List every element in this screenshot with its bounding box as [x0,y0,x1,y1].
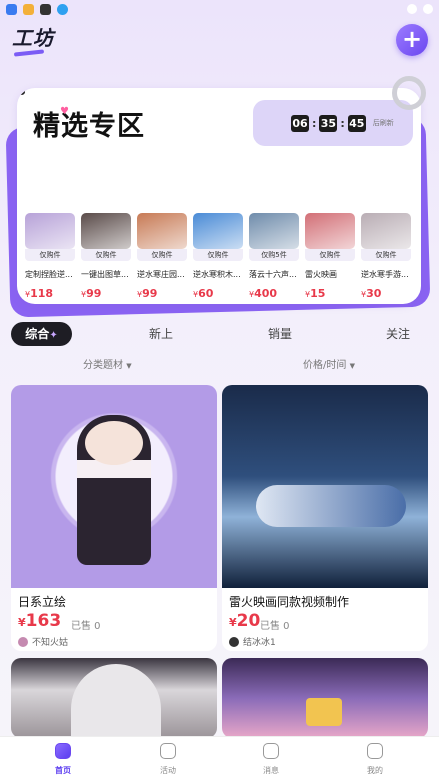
download-icon [57,3,68,15]
featured-product[interactable]: 仅购件定制捏脸逆... ¥118 [25,213,75,300]
signal-icon [407,4,417,14]
tab-sales[interactable]: 销量 [268,322,292,346]
featured-title: 精选专区 [33,111,145,142]
product-name: 落云十六声... [249,270,297,279]
product-card[interactable] [222,658,428,738]
product-card[interactable]: 日系立绘 ¥163 已售 0 不知火姑 [11,385,217,651]
product-thumbnail [305,213,355,249]
product-image [306,698,342,726]
featured-product[interactable]: 仅购件逆水寒庄园... ¥99 [137,213,187,300]
featured-product[interactable]: 仅购件雷火映画 ¥15 [305,213,355,300]
tab-follow[interactable]: 关注 [386,322,410,346]
product-thumbnail [25,213,75,249]
app-notification-icon [40,3,51,15]
nav-messages[interactable]: 消息 [241,743,301,776]
caret-down-icon: ▼ [349,362,355,370]
category-filter[interactable]: 分类题材 ▼ [83,356,132,371]
featured-product[interactable]: 仅购件逆水寒手游... ¥30 [361,213,411,300]
tab-new[interactable]: 新上 [149,322,173,346]
filter-bar: 分类题材 ▼ 价格/时间 ▼ [0,356,439,372]
card-sold: 已售 0 [71,621,101,632]
card-price: ¥20 [229,611,261,631]
product-price: ¥99 [137,287,158,300]
product-price: ¥99 [81,287,102,300]
product-card[interactable] [11,658,217,738]
featured-product[interactable]: 仅购5件落云十六声... ¥400 [249,213,299,300]
sort-tabs: 综合✦ 新上 销量 关注 [0,322,439,346]
product-name: 逆水寒积木... [193,270,241,279]
product-thumbnail [249,213,299,249]
product-thumbnail [361,213,411,249]
product-name: 逆水寒手游... [361,270,409,279]
heart-icon: ♥ [60,106,69,117]
product-price: ¥118 [25,287,54,300]
timer-minutes: 35 [319,114,338,132]
product-tag: 仅购件 [25,249,75,261]
product-price: ¥30 [361,287,382,300]
nav-profile[interactable]: 我的 [345,743,405,776]
character-figure [256,485,406,527]
featured-product-list: 仅购件 定制捏脸逆... ¥118 仅购件 一键出图草... ¥99 仅购件 逆水寒庄园...… [25,213,421,300]
character-face [85,421,143,465]
avatar [18,636,28,647]
refresh-timer: 06 : 35 : 45 后刷新 [253,100,413,146]
card-title: 雷火映画同款视频制作 [229,595,350,609]
price-time-filter[interactable]: 价格/时间 ▼ [303,356,355,371]
nav-home[interactable]: 首页 [33,743,93,776]
ring-decoration [392,76,426,110]
status-bar [0,0,439,18]
home-icon [55,743,71,759]
caret-down-icon: ▼ [126,362,132,370]
product-name: 定制捏脸逆... [25,270,73,279]
timer-hours: 06 [291,114,309,132]
product-tag: 仅购件 [193,249,243,261]
featured-product[interactable]: 仅购件一键出图草... ¥99 [81,213,131,300]
product-name: 雷火映画 [305,270,337,279]
timer-suffix: 后刷新 [372,119,394,127]
product-card[interactable]: 雷火映画同款视频制作 ¥20 已售 0 结冰冰1 [222,385,428,651]
timer-seconds: 45 [347,114,366,132]
header: 工坊 + [0,18,439,66]
product-price: ¥400 [249,287,278,300]
product-image [71,664,161,738]
app-notification-icon [23,3,34,15]
bottom-navigation: 首页 活动 消息 我的 [0,736,439,780]
message-icon [263,743,279,759]
product-tag: 仅购件 [137,249,187,261]
product-tag: 仅购件 [305,249,355,261]
card-title: 日系立绘 [18,595,67,609]
product-name: 一键出图草... [81,270,129,279]
avatar [229,636,239,647]
add-button[interactable]: + [396,24,428,56]
product-tag: 仅购件 [81,249,131,261]
product-price: ¥60 [193,287,214,300]
product-tag: 仅购件 [361,249,411,261]
swirl-decoration-icon: ઽ [17,88,26,101]
brand-logo: 工坊 [12,26,54,50]
profile-icon [367,743,383,759]
product-tag: 仅购5件 [249,249,299,261]
nav-activity[interactable]: 活动 [138,743,198,776]
product-image [11,385,217,588]
product-thumbnail [81,213,131,249]
card-author[interactable]: 不知火姑 [18,635,68,648]
product-image [222,385,428,588]
card-price: ¥163 [18,611,62,631]
product-name: 逆水寒庄园... [137,270,185,279]
app-notification-icon [6,3,17,15]
card-author[interactable]: 结冰冰1 [229,635,276,648]
sparkle-icon: ✦ [49,330,58,341]
activity-icon [160,743,176,759]
product-price: ¥15 [305,287,326,300]
card-sold: 已售 0 [260,621,290,632]
product-thumbnail [193,213,243,249]
featured-product[interactable]: 仅购件逆水寒积木... ¥60 [193,213,243,300]
battery-icon [423,4,433,14]
product-thumbnail [137,213,187,249]
featured-zone[interactable]: ઽ 精选专区 ♥ 06 : 35 : 45 后刷新 仅购件 定制捏脸逆... ¥11… [17,88,421,304]
tab-comprehensive[interactable]: 综合✦ [11,322,72,346]
